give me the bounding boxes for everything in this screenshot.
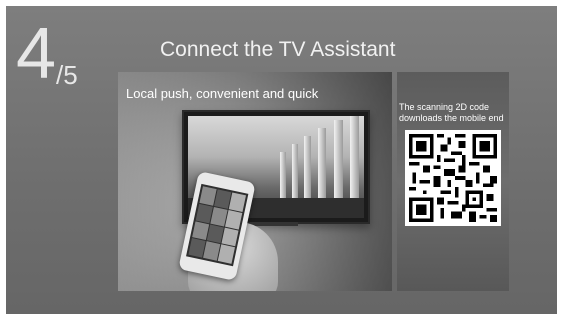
promo-caption: Local push, convenient and quick	[126, 86, 319, 101]
qr-panel: The scanning 2D code downloads the mobil…	[397, 72, 509, 291]
column-shape	[280, 152, 286, 202]
step-current: 4	[16, 14, 56, 94]
tv-setup-screen: 4 /5 Connect the TV Assistant Local push…	[6, 6, 557, 314]
phone-screen-image	[186, 183, 249, 267]
column-shape	[350, 116, 359, 202]
qr-caption: The scanning 2D code downloads the mobil…	[399, 102, 509, 124]
content-area: Local push, convenient and quick The sca…	[118, 72, 509, 291]
qr-code-icon	[409, 134, 497, 222]
column-shape	[334, 120, 343, 202]
tv-stand	[250, 222, 298, 226]
qr-code	[405, 130, 501, 226]
qr-caption-line1: The scanning 2D code	[399, 102, 490, 112]
promo-image-panel: Local push, convenient and quick	[118, 72, 392, 291]
step-total: /5	[56, 60, 78, 90]
page-title: Connect the TV Assistant	[160, 38, 396, 61]
qr-caption-line2: downloads the mobile end	[399, 113, 504, 123]
column-shape	[318, 128, 326, 202]
column-shape	[292, 144, 298, 202]
column-shape	[304, 136, 311, 202]
step-indicator: 4 /5	[16, 18, 78, 90]
